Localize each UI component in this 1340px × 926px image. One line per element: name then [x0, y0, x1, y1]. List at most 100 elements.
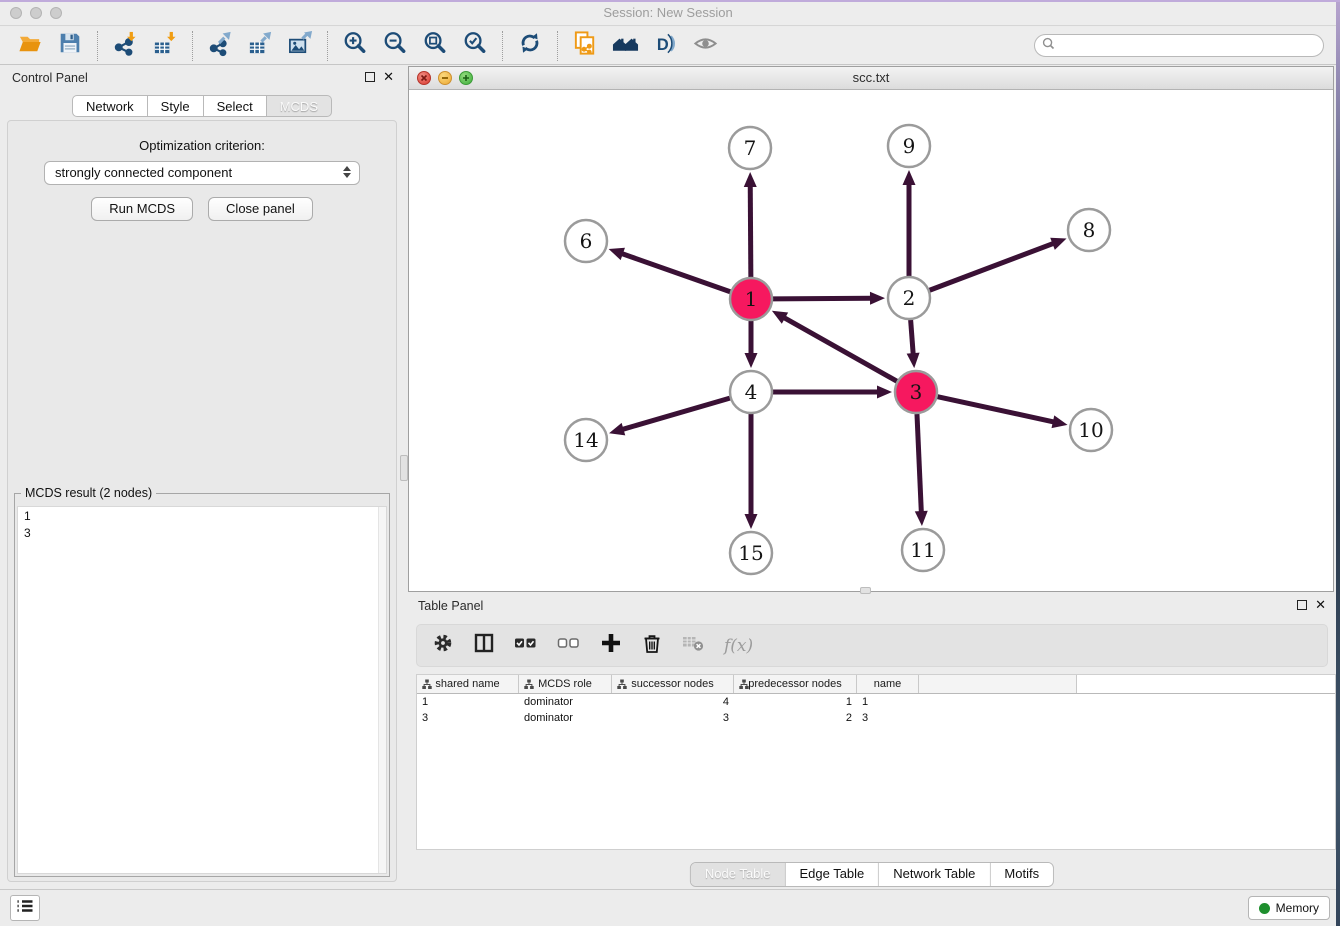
table-options-button[interactable]: [432, 632, 454, 659]
graph-edge-arrowhead: [870, 292, 885, 305]
cell-predecessor-nodes[interactable]: 1: [734, 696, 857, 708]
open-session-button[interactable]: [10, 30, 50, 62]
tab-motifs[interactable]: Motifs: [990, 863, 1053, 886]
frame-zoom-icon[interactable]: [459, 71, 473, 85]
graph-edge-1-7[interactable]: [750, 185, 751, 277]
export-table-button[interactable]: [240, 30, 280, 62]
float-panel-icon[interactable]: [1297, 600, 1307, 610]
panel-splitter-handle[interactable]: [860, 587, 871, 594]
search-input[interactable]: [1060, 39, 1316, 53]
graph-edge-4-14[interactable]: [622, 398, 730, 430]
graph-edge-1-6[interactable]: [621, 253, 730, 291]
float-panel-icon[interactable]: [365, 72, 375, 82]
close-panel-icon[interactable]: ✕: [383, 72, 394, 82]
tab-network-table[interactable]: Network Table: [879, 863, 990, 886]
control-panel-title: Control Panel: [12, 71, 88, 85]
graph-edge-arrowhead: [907, 353, 920, 368]
frame-close-icon[interactable]: [417, 71, 431, 85]
cell-mcds-role[interactable]: dominator: [519, 712, 612, 724]
cell-successor-nodes[interactable]: 3: [612, 712, 734, 724]
cell-name[interactable]: 3: [857, 712, 919, 724]
graph-edge-2-3[interactable]: [911, 320, 914, 355]
graph-edge-3-1[interactable]: [783, 317, 897, 381]
tab-network[interactable]: Network: [72, 95, 148, 117]
hide-panels-button[interactable]: [685, 30, 725, 62]
close-window-button[interactable]: [10, 7, 22, 19]
column-header-predecessor-nodes[interactable]: predecessor nodes: [734, 675, 857, 693]
sort-icon[interactable]: [422, 679, 432, 693]
sort-icon[interactable]: [739, 679, 749, 693]
import-network-button[interactable]: [105, 30, 145, 62]
tab-select[interactable]: Select: [204, 95, 267, 117]
zoom-out-button[interactable]: [375, 30, 415, 62]
zoom-fit-button[interactable]: [415, 30, 455, 62]
graph-node-label: 9: [903, 134, 916, 158]
network-graph: 1234678910111415: [409, 91, 1333, 591]
tab-mcds[interactable]: MCDS: [267, 95, 332, 117]
function-builder-button[interactable]: f(x): [724, 636, 753, 656]
mcds-result-title: MCDS result (2 nodes): [21, 486, 156, 500]
zoom-in-icon: [342, 30, 369, 62]
graph-edge-3-11[interactable]: [917, 414, 921, 513]
network-canvas[interactable]: 1234678910111415: [409, 91, 1333, 591]
close-panel-button[interactable]: Close panel: [208, 197, 313, 221]
table-row[interactable]: 1 dominator 4 1 1: [417, 694, 1335, 710]
column-header-name[interactable]: name: [857, 675, 919, 693]
graph-edge-2-8[interactable]: [930, 243, 1055, 290]
cell-name[interactable]: 1: [857, 696, 919, 708]
graph-edge-1-2[interactable]: [773, 298, 872, 299]
home-button[interactable]: [605, 30, 645, 62]
unselect-all-columns-button[interactable]: [557, 632, 581, 659]
tab-edge-table[interactable]: Edge Table: [785, 863, 879, 886]
cell-shared-name[interactable]: 1: [417, 696, 519, 708]
sort-icon[interactable]: [524, 679, 534, 693]
export-network-button[interactable]: [200, 30, 240, 62]
show-columns-button[interactable]: [473, 632, 495, 659]
export-table-icon: [247, 30, 274, 62]
delete-table-button[interactable]: [682, 633, 705, 658]
close-panel-icon[interactable]: ✕: [1315, 600, 1326, 610]
table-row[interactable]: 3 dominator 3 2 3: [417, 710, 1335, 726]
column-header-shared-name[interactable]: shared name: [417, 675, 519, 693]
graph-node-label: 8: [1083, 218, 1096, 242]
cell-predecessor-nodes[interactable]: 2: [734, 712, 857, 724]
save-session-button[interactable]: [50, 30, 90, 62]
task-history-button[interactable]: [10, 895, 40, 921]
panel-splitter-handle[interactable]: [400, 455, 408, 481]
memory-label: Memory: [1276, 901, 1319, 915]
column-header-successor-nodes[interactable]: successor nodes: [612, 675, 734, 693]
refresh-button[interactable]: [510, 30, 550, 62]
criterion-dropdown[interactable]: strongly connected component: [44, 161, 360, 185]
result-scrollbar[interactable]: [378, 507, 386, 873]
cell-shared-name[interactable]: 3: [417, 712, 519, 724]
add-column-button[interactable]: [600, 632, 622, 659]
sort-icon[interactable]: [617, 679, 627, 693]
memory-button[interactable]: Memory: [1248, 896, 1330, 920]
home-icon: [611, 30, 640, 62]
import-table-button[interactable]: [145, 30, 185, 62]
cyndex-icon: D: [652, 30, 679, 62]
graph-edge-arrowhead: [877, 386, 892, 399]
cyndex-button[interactable]: D: [645, 30, 685, 62]
delete-columns-button[interactable]: [641, 632, 663, 659]
frame-minimize-icon[interactable]: [438, 71, 452, 85]
graph-edge-3-10[interactable]: [937, 397, 1054, 422]
run-mcds-button[interactable]: Run MCDS: [91, 197, 193, 221]
select-all-columns-button[interactable]: [514, 632, 538, 659]
mcds-result-textarea[interactable]: 1 3: [17, 506, 387, 874]
minimize-window-button[interactable]: [30, 7, 42, 19]
search-field[interactable]: [1034, 34, 1324, 57]
cell-mcds-role[interactable]: dominator: [519, 696, 612, 708]
zoom-selected-button[interactable]: [455, 30, 495, 62]
graph-edge-arrowhead: [1052, 415, 1068, 428]
tab-node-table[interactable]: Node Table: [691, 863, 786, 886]
memory-status-icon: [1259, 903, 1270, 914]
new-network-from-file-button[interactable]: [565, 30, 605, 62]
zoom-window-button[interactable]: [50, 7, 62, 19]
network-frame-titlebar[interactable]: scc.txt: [409, 67, 1333, 90]
zoom-in-button[interactable]: [335, 30, 375, 62]
cell-successor-nodes[interactable]: 4: [612, 696, 734, 708]
tab-style[interactable]: Style: [148, 95, 204, 117]
export-image-button[interactable]: [280, 30, 320, 62]
column-header-mcds-role[interactable]: MCDS role: [519, 675, 612, 693]
